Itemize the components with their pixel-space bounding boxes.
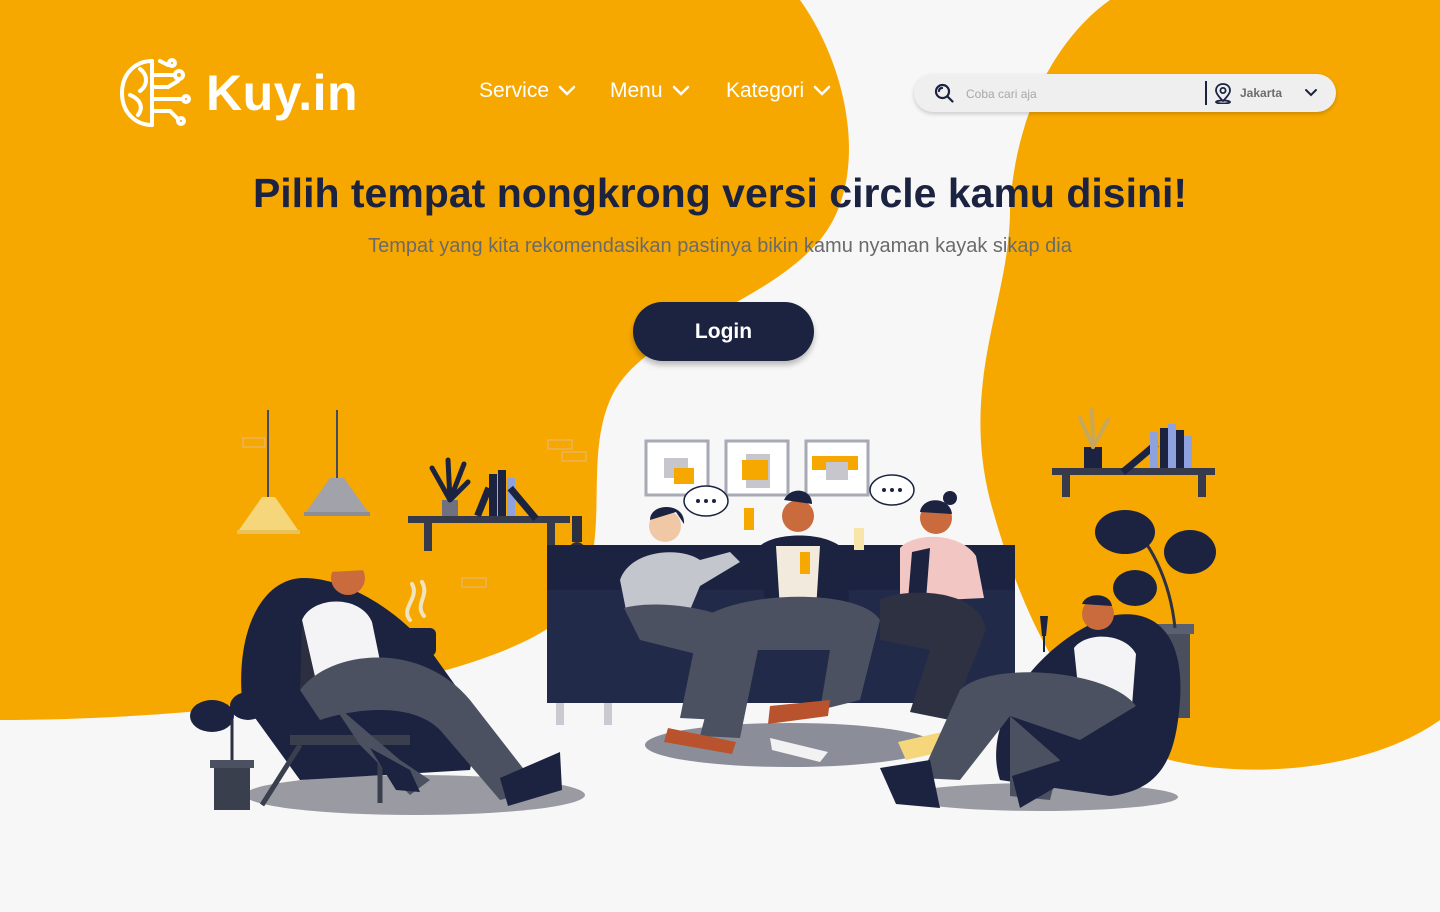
pendant-lamps bbox=[237, 410, 370, 534]
search-input[interactable] bbox=[964, 82, 1198, 106]
location-selector-label[interactable]: Jakarta bbox=[1240, 86, 1282, 100]
login-button[interactable]: Login bbox=[633, 302, 814, 361]
nav-item-label: Service bbox=[479, 79, 550, 102]
chevron-down-icon bbox=[672, 85, 689, 96]
chevron-down-icon[interactable] bbox=[1303, 85, 1319, 101]
location-pin-icon bbox=[1215, 83, 1231, 104]
circuit-brain-icon bbox=[119, 58, 191, 127]
search-divider bbox=[1205, 81, 1207, 105]
chevron-down-icon bbox=[558, 85, 576, 96]
nav-item-label: Menu bbox=[610, 79, 663, 102]
nav-item-menu[interactable]: Menu bbox=[610, 79, 691, 103]
picture-frames bbox=[644, 439, 870, 497]
shelf-right bbox=[1052, 408, 1215, 497]
nav-item-service[interactable]: Service bbox=[479, 79, 577, 103]
chevron-down-icon bbox=[813, 85, 831, 96]
brand-logo[interactable]: Kuy.in bbox=[118, 55, 358, 131]
hangout-illustration bbox=[190, 408, 1216, 815]
brand-name: Kuy.in bbox=[206, 65, 359, 121]
shelf-left bbox=[408, 457, 570, 551]
search-bar: Jakarta bbox=[914, 74, 1336, 112]
nav-item-label: Kategori bbox=[726, 79, 805, 102]
nav-item-kategori[interactable]: Kategori bbox=[726, 79, 832, 103]
search-icon[interactable] bbox=[934, 83, 954, 103]
hero-title: Pilih tempat nongkrong versi circle kamu… bbox=[252, 170, 1188, 216]
hero-subtitle: Tempat yang kita rekomendasikan pastinya… bbox=[368, 235, 1072, 257]
